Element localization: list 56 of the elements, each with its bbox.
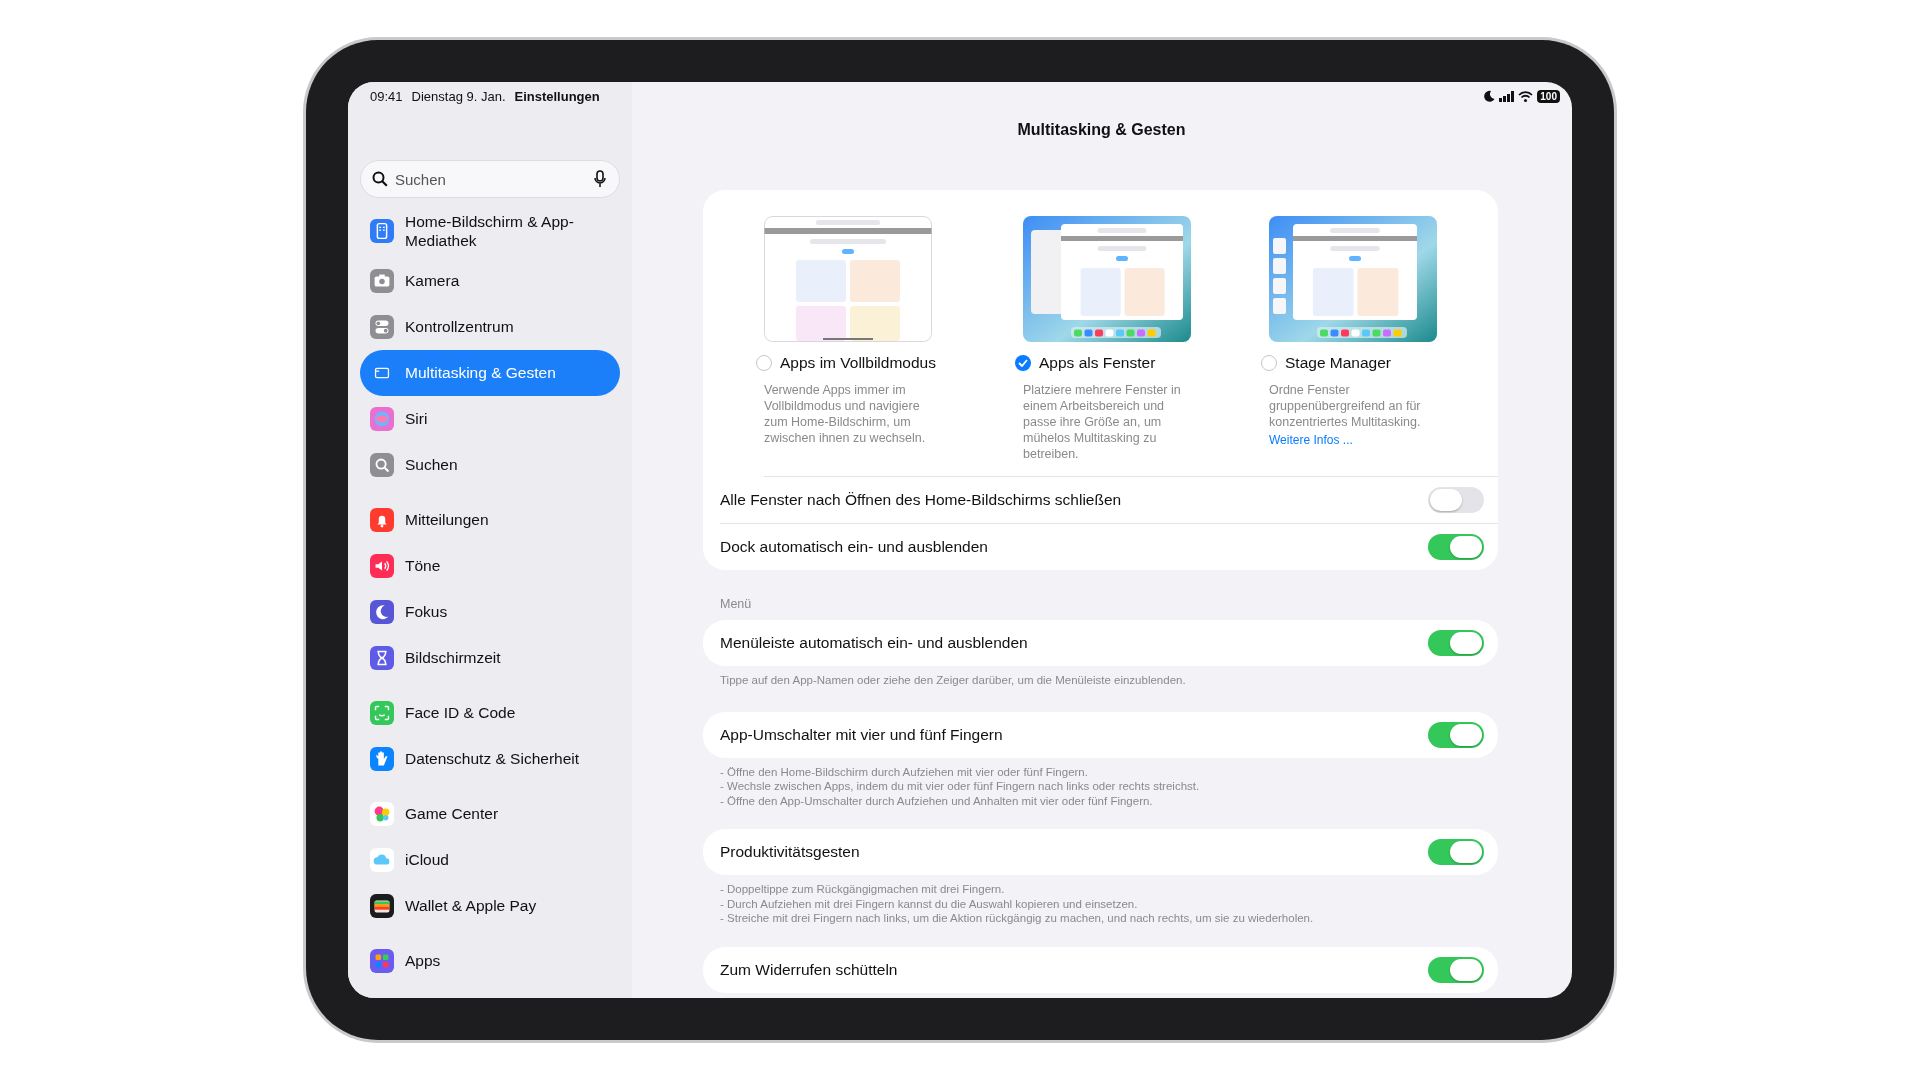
sidebar-item[interactable]: iCloud	[360, 837, 620, 883]
footer-note: - Doppeltippe zum Rückgängigmachen mit drei Fingern.	[720, 882, 1006, 897]
microphone-icon[interactable]	[594, 170, 606, 188]
sidebar-item[interactable]: Apps	[360, 938, 620, 984]
mode-description: Verwende Apps immer im Vollbildmodus und navigiere zum Home-Bildschirm, um zwischen ihnen zu wechseln.	[764, 382, 926, 446]
checkmark-icon	[1018, 359, 1028, 367]
sidebar-item[interactable]: Game Center	[360, 791, 620, 837]
footer-note: - Öffne den App-Umschalter durch Aufziehen und Anhalten mit vier oder fünf Fingern.	[720, 793, 1154, 808]
setting-label: Produktivitätsgesten	[720, 843, 860, 861]
mode-description: Ordne Fenster gruppenübergreifend an für konzentriertes Multitasking.	[1269, 382, 1422, 430]
toggle-switch[interactable]	[1428, 721, 1484, 748]
status-date: Dienstag 9. Jan.	[411, 88, 506, 104]
footer-note: - Wechsle zwischen Apps, indem du mit vier oder fünf Fingern nach links oder rechts streichst.	[720, 779, 1201, 794]
page-title: Multitasking & Gesten	[1016, 121, 1187, 139]
setting-label: App-Umschalter mit vier und fünf Fingern	[720, 725, 1003, 744]
toggle-switch[interactable]	[1428, 487, 1484, 513]
footer-note: - Öffne den Home-Bildschirm durch Aufziehen mit vier oder fünf Fingern.	[720, 764, 1089, 779]
status-time: 09:41	[370, 88, 403, 104]
setting-label: Menüleiste automatisch ein- und ausblenden	[720, 634, 1028, 652]
section-header: Menü	[719, 596, 753, 613]
mode-label: Apps als Fenster	[1039, 354, 1156, 372]
moon-icon	[1484, 90, 1496, 102]
footer-note: Tippe auf den App-Namen oder ziehe den Zeiger darüber, um die Menüleiste einzublenden.	[720, 673, 1187, 688]
sidebar-item[interactable]: Home-Bildschirm & App-Mediathek	[360, 204, 620, 258]
toggle-switch[interactable]	[1428, 839, 1484, 865]
app-name: Einstellungen	[514, 88, 600, 104]
search-field[interactable]: Suchen	[360, 160, 620, 198]
sidebar-item[interactable]: Multitasking & Gesten	[360, 350, 620, 396]
mode-description: Platziere mehrere Fenster in einem Arbeitsbereich und passe ihre Größe an, um mühelos Multitasking zu betreiben.	[1023, 382, 1182, 462]
toggle-switch[interactable]	[1428, 956, 1484, 983]
sidebar-item[interactable]: Bildschirmzeit	[360, 635, 620, 681]
setting-label: Dock automatisch ein- und ausblenden	[720, 538, 988, 556]
setting-label: Zum Widerrufen schütteln	[720, 960, 898, 979]
radio-button[interactable]	[1015, 355, 1031, 371]
mode-label: Apps im Vollbildmodus	[780, 354, 936, 372]
footer-note: - Streiche mit drei Fingern nach links, um die Aktion rückgängig zu machen, und nach rechts, um sie zu wiederholen.	[720, 911, 1315, 926]
sidebar-item[interactable]: Töne	[360, 543, 620, 589]
search-icon	[372, 171, 388, 187]
sidebar-item[interactable]: Face ID & Code	[360, 690, 620, 736]
footer-note: - Durch Aufziehen mit drei Fingern kannst du die Auswahl kopieren und einsetzen.	[720, 896, 1139, 911]
battery-level: 100	[1537, 89, 1560, 103]
sidebar-item[interactable]: Suchen	[360, 442, 620, 488]
toggle-switch[interactable]	[1428, 630, 1484, 656]
more-info-link[interactable]: Weitere Infos ...	[1269, 432, 1353, 448]
setting-label: Alle Fenster nach Öffnen des Home-Bildschirms schließen	[720, 491, 1122, 509]
signal-icon	[1499, 90, 1515, 102]
sidebar-item[interactable]: Mitteilungen	[360, 497, 620, 543]
sidebar-item[interactable]: Kamera	[360, 258, 620, 304]
sidebar-item[interactable]: Wallet & Apple Pay	[360, 883, 620, 929]
sidebar-item[interactable]: Siri	[360, 396, 620, 442]
sidebar-item[interactable]: Datenschutz & Sicherheit	[360, 736, 620, 782]
sidebar-item[interactable]: Kontrollzentrum	[360, 304, 620, 350]
sidebar-item[interactable]: Fokus	[360, 589, 620, 635]
mode-label: Stage Manager	[1285, 354, 1391, 372]
toggle-switch[interactable]	[1428, 534, 1484, 560]
wifi-icon	[1518, 90, 1534, 102]
